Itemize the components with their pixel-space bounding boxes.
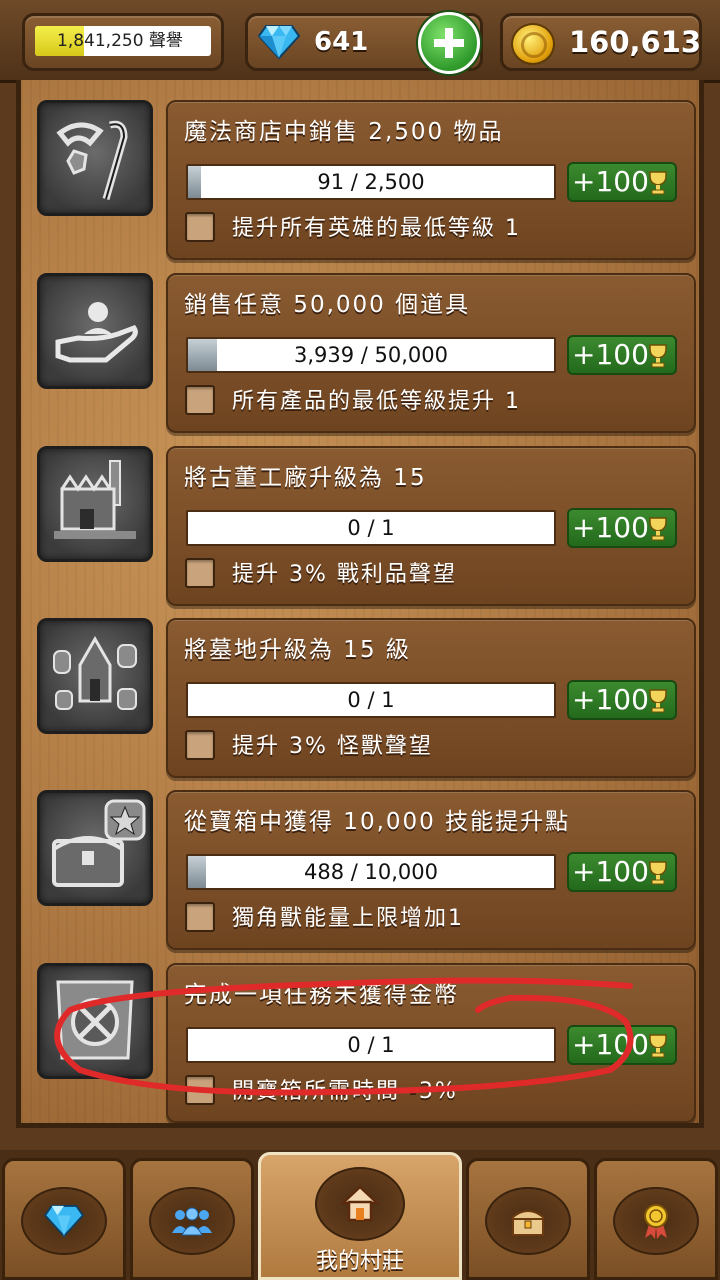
quest-progress-text: 0 / 1 xyxy=(347,1033,395,1057)
quest-card: 銷售任意 50,000 個道具 3,939 / 50,000 +100 所有產品… xyxy=(166,273,696,433)
nav-tab-my-village[interactable]: 我的村莊 xyxy=(258,1152,462,1280)
factory-icon xyxy=(37,446,153,562)
quest-title: 從寶箱中獲得 10,000 技能提升點 xyxy=(184,809,571,835)
nav-tab-gems[interactable] xyxy=(2,1158,126,1280)
graveyard-icon xyxy=(37,618,153,734)
buy-gems-button[interactable] xyxy=(418,12,480,74)
hand-sell-icon xyxy=(37,273,153,389)
nav-well xyxy=(613,1187,699,1255)
bonus-checkbox[interactable] xyxy=(185,1075,215,1105)
quest-bonus-text: 所有產品的最低等級提升 1 xyxy=(232,389,521,414)
quest-progress-bar: 0 / 1 xyxy=(186,682,556,718)
quest-progress-text: 3,939 / 50,000 xyxy=(293,343,449,367)
quest-progress-bar: 3,939 / 50,000 xyxy=(186,337,556,373)
bottom-nav: 我的村莊 xyxy=(0,1150,720,1280)
quest-progress-text: 91 / 2,500 xyxy=(317,170,425,194)
quest-reward-button[interactable]: +100 xyxy=(567,1025,677,1065)
no-coin-icon xyxy=(37,963,153,1079)
gem-panel: 641 xyxy=(245,12,483,74)
nav-well xyxy=(485,1187,571,1255)
gold-panel: 160,613 xyxy=(500,13,702,71)
quest-reward-button[interactable]: +100 xyxy=(567,852,677,892)
bonus-checkbox[interactable] xyxy=(185,902,215,932)
gem-count: 641 xyxy=(314,27,369,57)
bonus-checkbox[interactable] xyxy=(185,558,215,588)
diamond-icon xyxy=(258,25,300,60)
nav-tab-heroes[interactable] xyxy=(130,1158,254,1280)
reputation-bar: 1,841,250 聲譽 xyxy=(35,26,211,56)
quest-progress-bar: 91 / 2,500 xyxy=(186,164,556,200)
trophy-icon xyxy=(649,1034,667,1058)
nav-tab-achievements[interactable] xyxy=(594,1158,718,1280)
treasure-chest-icon xyxy=(512,1210,544,1236)
quest-progress-bar: 488 / 10,000 xyxy=(186,854,556,890)
trophy-icon xyxy=(649,344,667,368)
quest-title: 完成一項任務未獲得金幣 xyxy=(184,982,459,1008)
bonus-checkbox[interactable] xyxy=(185,212,215,242)
quest-reward-button[interactable]: +100 xyxy=(567,508,677,548)
nav-tab-label: 我的村莊 xyxy=(315,1249,404,1274)
quest-card: 將古董工廠升級為 15 0 / 1 +100 提升 3% 戰利品聲望 xyxy=(166,446,696,606)
trophy-icon xyxy=(649,689,667,713)
quest-progress-bar: 0 / 1 xyxy=(186,1027,556,1063)
quest-card: 從寶箱中獲得 10,000 技能提升點 488 / 10,000 +100 獨角… xyxy=(166,790,696,950)
gold-count: 160,613 xyxy=(569,25,702,59)
bonus-checkbox[interactable] xyxy=(185,385,215,415)
nav-well xyxy=(315,1167,405,1241)
nav-well xyxy=(149,1187,235,1255)
chest-star-icon xyxy=(37,790,153,906)
reputation-text: 1,841,250 聲譽 xyxy=(57,31,183,51)
nav-well xyxy=(21,1187,107,1255)
quest-list-panel[interactable]: 魔法商店中銷售 2,500 物品 91 / 2,500 +100 提升所有英雄的… xyxy=(16,80,704,1128)
quest-bonus-text: 開寶箱所需時間 -3% xyxy=(232,1079,458,1104)
reward-amount: +100 xyxy=(572,511,649,544)
quest-bonus-text: 提升 3% 怪獸聲望 xyxy=(232,734,433,759)
reward-amount: +100 xyxy=(572,855,649,888)
quest-progress-text: 0 / 1 xyxy=(347,516,395,540)
gold-coin-icon xyxy=(511,23,555,65)
trophy-icon xyxy=(649,517,667,541)
house-icon xyxy=(340,1185,380,1222)
quest-card: 魔法商店中銷售 2,500 物品 91 / 2,500 +100 提升所有英雄的… xyxy=(166,100,696,260)
quest-bonus-text: 獨角獸能量上限增加1 xyxy=(232,906,464,931)
quest-title: 魔法商店中銷售 2,500 物品 xyxy=(184,119,504,145)
diamond-icon xyxy=(44,1204,84,1238)
quest-title: 將古董工廠升級為 15 xyxy=(184,465,427,491)
quest-bonus-text: 提升所有英雄的最低等級 1 xyxy=(232,216,521,241)
quest-reward-button[interactable]: +100 xyxy=(567,162,677,202)
quest-progress-text: 488 / 10,000 xyxy=(304,860,438,884)
reputation-panel[interactable]: 1,841,250 聲譽 xyxy=(22,13,224,71)
quest-progress-bar: 0 / 1 xyxy=(186,510,556,546)
magic-items-icon xyxy=(37,100,153,216)
nav-tab-chests[interactable] xyxy=(466,1158,590,1280)
quest-card: 完成一項任務未獲得金幣 0 / 1 +100 開寶箱所需時間 -3% xyxy=(166,963,696,1123)
quest-reward-button[interactable]: +100 xyxy=(567,680,677,720)
quest-title: 銷售任意 50,000 個道具 xyxy=(184,292,471,318)
reward-amount: +100 xyxy=(572,1028,649,1061)
trophy-icon xyxy=(649,861,667,885)
top-bar: 1,841,250 聲譽 641 160,613 xyxy=(0,0,720,83)
reward-amount: +100 xyxy=(572,683,649,716)
quest-reward-button[interactable]: +100 xyxy=(567,335,677,375)
bonus-checkbox[interactable] xyxy=(185,730,215,760)
reward-amount: +100 xyxy=(572,338,649,371)
quest-card: 將墓地升級為 15 級 0 / 1 +100 提升 3% 怪獸聲望 xyxy=(166,618,696,778)
quest-bonus-text: 提升 3% 戰利品聲望 xyxy=(232,562,457,587)
reward-amount: +100 xyxy=(572,165,649,198)
trophy-icon xyxy=(649,171,667,195)
quest-progress-text: 0 / 1 xyxy=(347,688,395,712)
medal-icon xyxy=(644,1204,668,1239)
quest-title: 將墓地升級為 15 級 xyxy=(184,637,411,663)
group-icon xyxy=(172,1207,212,1236)
